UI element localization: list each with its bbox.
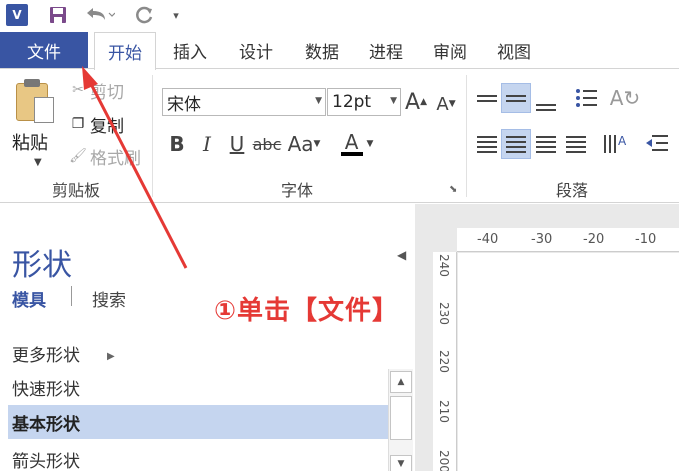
tab-home[interactable]: 开始 bbox=[94, 32, 156, 70]
annotation-text: ①单击【文件】 bbox=[214, 296, 400, 326]
annotation-arrow bbox=[82, 66, 188, 269]
